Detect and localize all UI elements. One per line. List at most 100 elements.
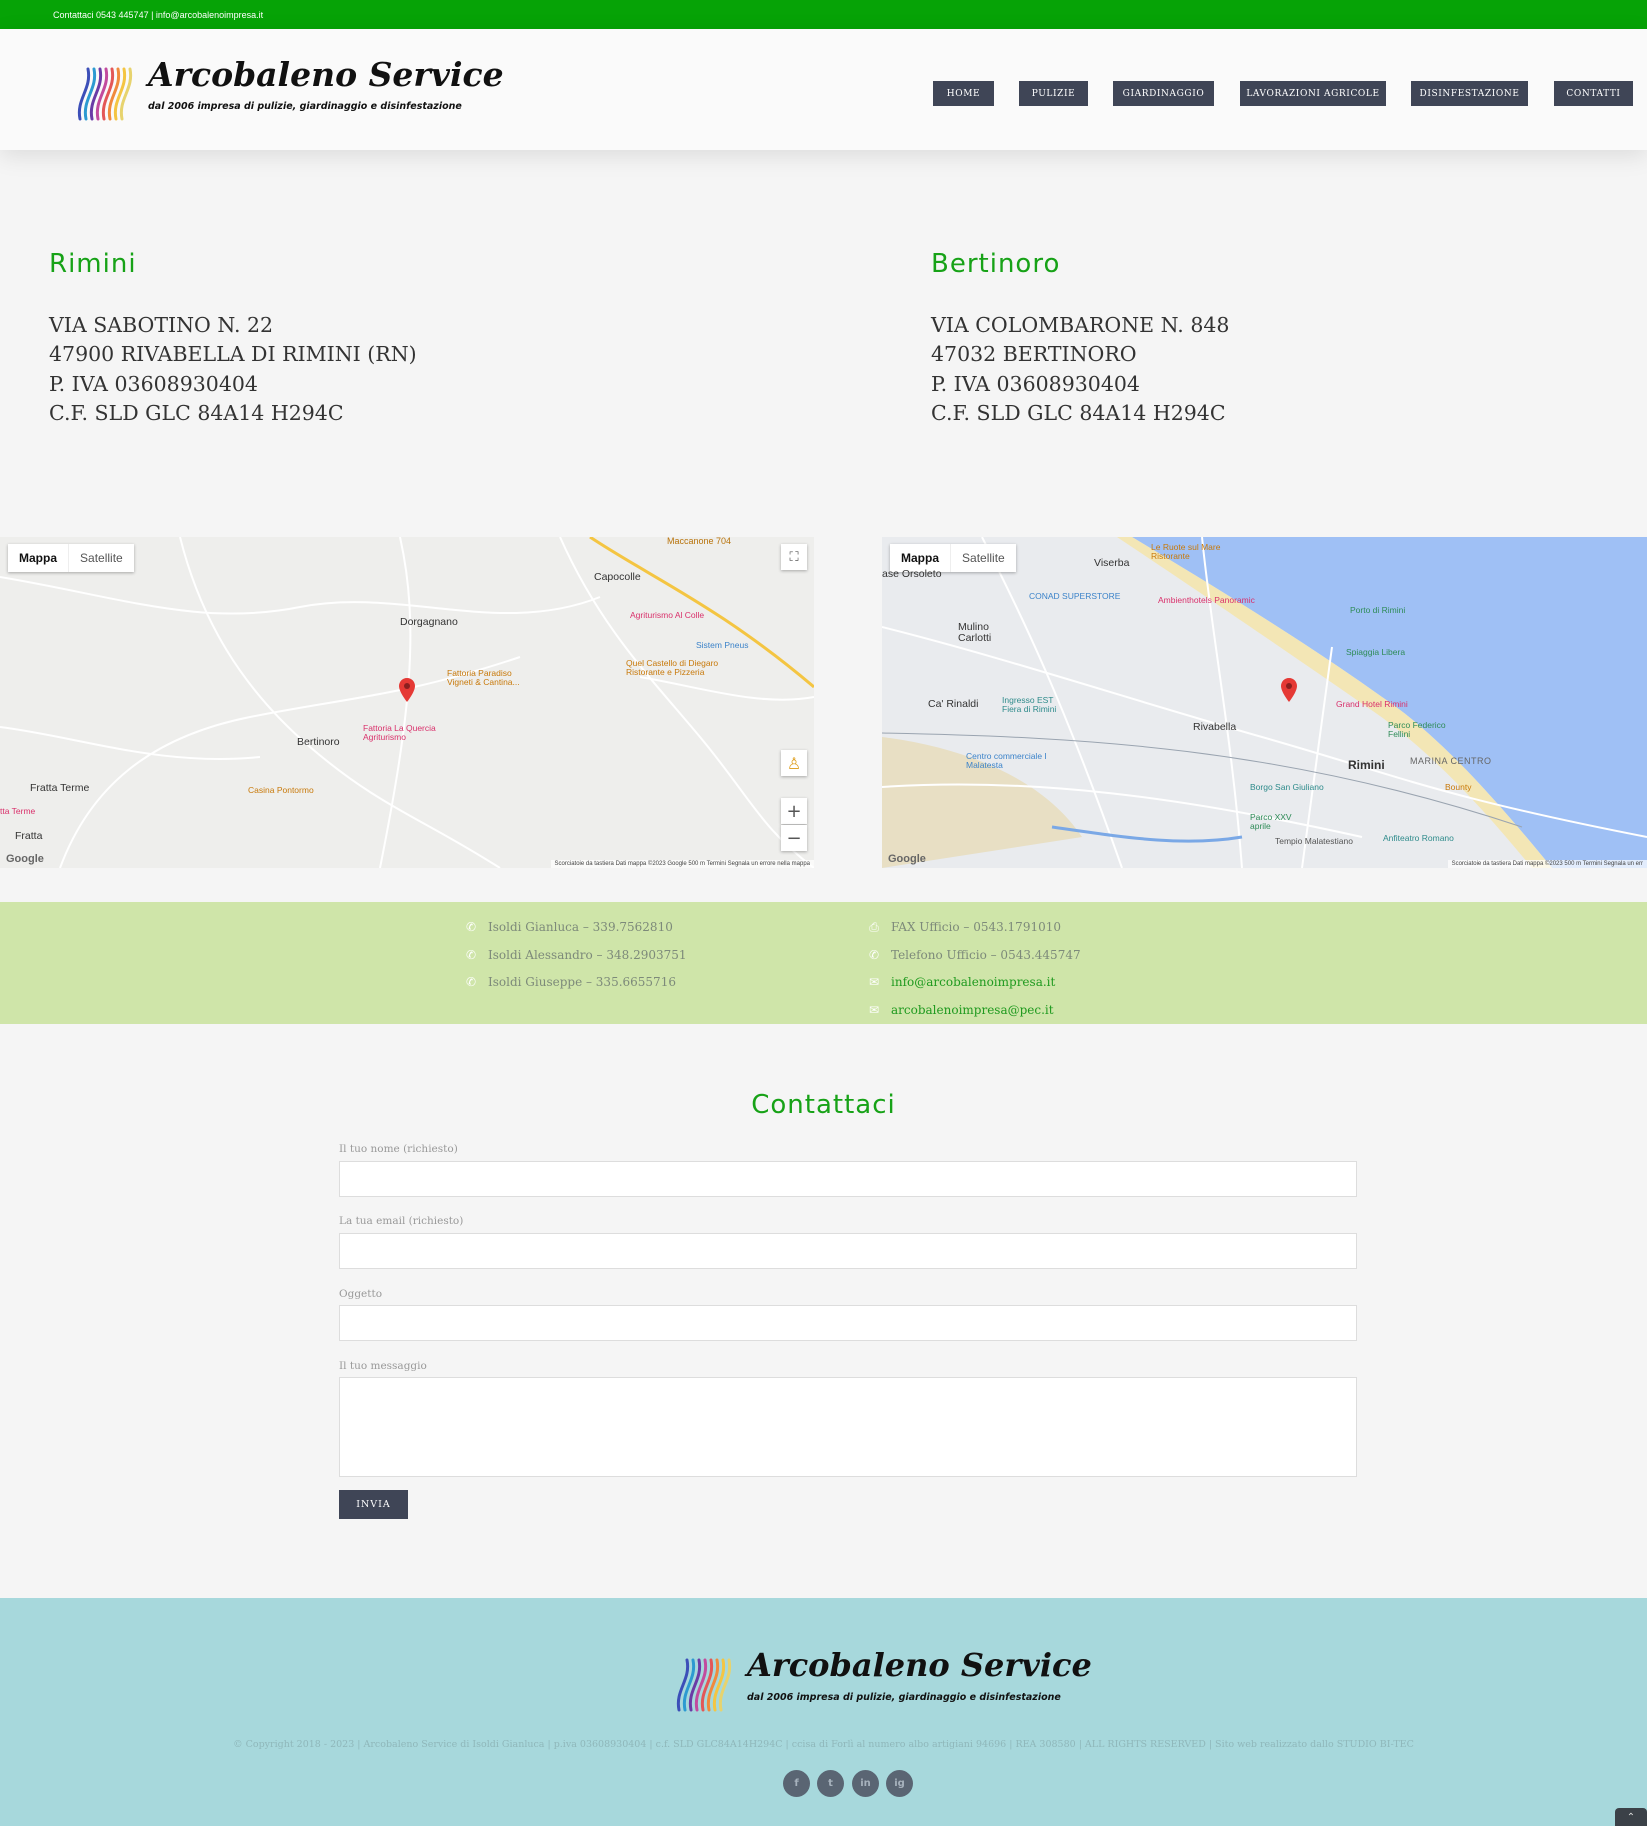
map-poi[interactable]: Tempio Malatestiano bbox=[1275, 836, 1353, 846]
location-pin-icon[interactable] bbox=[1281, 678, 1297, 702]
envelope-icon: ✉ bbox=[868, 1003, 880, 1017]
map-label: Viserba bbox=[1094, 557, 1130, 569]
map-label: Fratta bbox=[15, 830, 43, 842]
envelope-icon: ✉ bbox=[868, 975, 880, 989]
map-type-satellite[interactable]: Satellite bbox=[69, 544, 134, 572]
nav-giardinaggio[interactable]: GIARDINAGGIO bbox=[1113, 81, 1214, 106]
map-label: Ca' Rinaldi bbox=[928, 698, 979, 710]
map-type-map[interactable]: Mappa bbox=[8, 544, 70, 572]
contact-text: FAX Ufficio – 0543.1791010 bbox=[891, 920, 1061, 934]
message-textarea[interactable] bbox=[339, 1377, 1357, 1477]
logo-tagline: dal 2006 impresa di pulizie, giardinaggi… bbox=[148, 101, 462, 112]
phone-icon: ✆ bbox=[465, 975, 477, 989]
subject-label: Oggetto bbox=[339, 1288, 383, 1300]
map-poi[interactable]: Sistem Pneus bbox=[696, 640, 748, 650]
map-poi[interactable]: Agriturismo Al Colle bbox=[630, 610, 704, 620]
nav-lavorazioni-agricole[interactable]: LAVORAZIONI AGRICOLE bbox=[1240, 81, 1386, 106]
map-poi[interactable]: Centro commerciale I Malatesta bbox=[966, 752, 1056, 770]
nav-disinfestazione[interactable]: DISINFESTAZIONE bbox=[1411, 81, 1528, 106]
map-poi[interactable]: Fattoria Paradiso Vigneti & Cantina... bbox=[447, 669, 532, 687]
map-poi[interactable]: Grand Hotel Rimini bbox=[1336, 699, 1408, 709]
name-input[interactable] bbox=[339, 1161, 1357, 1197]
contact-phone-giuseppe[interactable]: ✆ Isoldi Giuseppe – 335.6655716 bbox=[464, 975, 676, 989]
map-poi[interactable]: Anfiteatro Romano bbox=[1383, 833, 1454, 843]
name-label: Il tuo nome (richiesto) bbox=[339, 1143, 458, 1155]
google-logo: Google bbox=[6, 853, 44, 865]
map-poi[interactable]: tta Terme bbox=[0, 806, 35, 816]
top-bar-contact-text: Contattaci 0543 445747 | info@arcobaleno… bbox=[53, 10, 264, 20]
submit-button[interactable]: INVIA bbox=[339, 1490, 408, 1519]
map-poi[interactable]: Spiaggia Libera bbox=[1346, 647, 1405, 657]
rainbow-logo-icon bbox=[676, 1658, 732, 1712]
contact-text: Isoldi Giuseppe – 335.6655716 bbox=[488, 975, 676, 989]
map-label: Dorgagnano bbox=[400, 616, 458, 628]
google-logo: Google bbox=[888, 853, 926, 865]
contact-text: Isoldi Gianluca – 339.7562810 bbox=[488, 920, 673, 934]
nav-contatti[interactable]: CONTATTI bbox=[1554, 81, 1633, 106]
map-poi[interactable]: Parco XXV aprile bbox=[1250, 813, 1300, 831]
map-label: Rimini bbox=[1348, 758, 1385, 772]
map-poi[interactable]: Fattoria La Quercia Agriturismo bbox=[363, 724, 453, 742]
contact-office-phone[interactable]: ✆ Telefono Ufficio – 0543.445747 bbox=[867, 948, 1081, 962]
map-roads bbox=[0, 537, 814, 868]
map-type-satellite[interactable]: Satellite bbox=[951, 544, 1016, 572]
contact-phone-gianluca[interactable]: ✆ Isoldi Gianluca – 339.7562810 bbox=[464, 920, 673, 934]
contact-pec-email[interactable]: ✉ arcobalenoimpresa@pec.it bbox=[867, 1003, 1054, 1017]
form-title: Contattaci bbox=[751, 1090, 896, 1120]
map-poi[interactable]: Quel Castello di Diegaro Ristorante e Pi… bbox=[626, 659, 726, 677]
map-poi[interactable]: Parco Federico Fellini bbox=[1388, 721, 1458, 739]
contact-text: info@arcobalenoimpresa.it bbox=[891, 975, 1056, 989]
map-label: ase Orsoleto bbox=[882, 568, 942, 580]
map-poi[interactable]: Porto di Rimini bbox=[1350, 605, 1405, 615]
map-poi[interactable]: CONAD SUPERSTORE bbox=[1029, 591, 1120, 601]
map-label: MARINA CENTRO bbox=[1410, 756, 1492, 766]
fullscreen-icon[interactable]: ⛶ bbox=[781, 544, 807, 570]
map-poi[interactable]: Le Ruote sul Mare Ristorante bbox=[1151, 543, 1231, 561]
contact-text: Isoldi Alessandro – 348.2903751 bbox=[488, 948, 687, 962]
nav-home[interactable]: HOME bbox=[933, 81, 994, 106]
contact-fax[interactable]: ⎙ FAX Ufficio – 0543.1791010 bbox=[867, 919, 1061, 935]
footer-logo[interactable]: Arcobaleno Service dal 2006 impresa di p… bbox=[673, 1646, 1092, 1716]
zoom-in-icon[interactable]: + bbox=[781, 798, 807, 824]
nav-pulizie[interactable]: PULIZIE bbox=[1019, 81, 1088, 106]
phone-icon: ✆ bbox=[465, 948, 477, 962]
map-poi[interactable]: Casina Pontormo bbox=[248, 785, 314, 795]
map-poi[interactable]: Bounty bbox=[1445, 782, 1471, 792]
email-input[interactable] bbox=[339, 1233, 1357, 1269]
top-bar: Contattaci 0543 445747 | info@arcobaleno… bbox=[0, 0, 1647, 29]
map-footer: Scorciatoie da tastiera Dati mappa ©2023… bbox=[550, 860, 814, 868]
site-header: Arcobaleno Service dal 2006 impresa di p… bbox=[0, 29, 1647, 150]
street-view-pegman-icon[interactable]: ♙ bbox=[781, 750, 807, 776]
facebook-icon[interactable]: f bbox=[783, 1770, 810, 1797]
message-label: Il tuo messaggio bbox=[339, 1360, 427, 1372]
site-logo[interactable]: Arcobaleno Service dal 2006 impresa di p… bbox=[74, 55, 504, 125]
map-type-toggle[interactable]: Mappa Satellite bbox=[8, 544, 134, 572]
map-poi[interactable]: Borgo San Giuliano bbox=[1250, 782, 1324, 792]
phone-icon: ✆ bbox=[465, 920, 477, 934]
fax-printer-icon: ⎙ bbox=[869, 919, 879, 934]
zoom-out-icon[interactable]: − bbox=[781, 825, 807, 851]
phone-icon: ✆ bbox=[868, 948, 880, 962]
map-label: Capocolle bbox=[594, 571, 641, 583]
contact-text: arcobalenoimpresa@pec.it bbox=[891, 1003, 1054, 1017]
contact-email[interactable]: ✉ info@arcobalenoimpresa.it bbox=[867, 975, 1055, 989]
office-address-line: 47900 RIVABELLA DI RIMINI (RN) bbox=[49, 342, 417, 366]
instagram-icon[interactable]: ig bbox=[886, 1770, 913, 1797]
map-rimini[interactable]: Mappa Satellite ase Orsoleto Viserba Mul… bbox=[882, 537, 1647, 868]
copyright-text: © Copyright 2018 - 2023 | Arcobaleno Ser… bbox=[233, 1739, 1414, 1750]
map-bertinoro[interactable]: Mappa Satellite ⛶ ♙ + − Maccanone 704 Ca… bbox=[0, 537, 814, 868]
office-address-line: C.F. SLD GLC 84A14 H294C bbox=[49, 401, 344, 425]
office-address-line: 47032 BERTINORO bbox=[931, 342, 1137, 366]
logo-tagline: dal 2006 impresa di pulizie, giardinaggi… bbox=[747, 1692, 1061, 1703]
linkedin-icon[interactable]: in bbox=[852, 1770, 879, 1797]
contact-phone-alessandro[interactable]: ✆ Isoldi Alessandro – 348.2903751 bbox=[464, 948, 687, 962]
map-poi[interactable]: Ingresso EST Fiera di Rimini bbox=[1002, 696, 1062, 714]
twitter-icon[interactable]: t bbox=[817, 1770, 844, 1797]
subject-input[interactable] bbox=[339, 1305, 1357, 1341]
map-poi[interactable]: Ambienthotels Panoramic bbox=[1158, 595, 1255, 605]
office-address-line: P. IVA 03608930404 bbox=[49, 372, 258, 396]
rainbow-logo-icon bbox=[77, 67, 133, 121]
location-pin-icon[interactable] bbox=[399, 678, 415, 702]
scroll-to-top-icon[interactable]: ⌃ bbox=[1615, 1808, 1647, 1826]
office-city-rimini: Rimini bbox=[49, 249, 137, 279]
